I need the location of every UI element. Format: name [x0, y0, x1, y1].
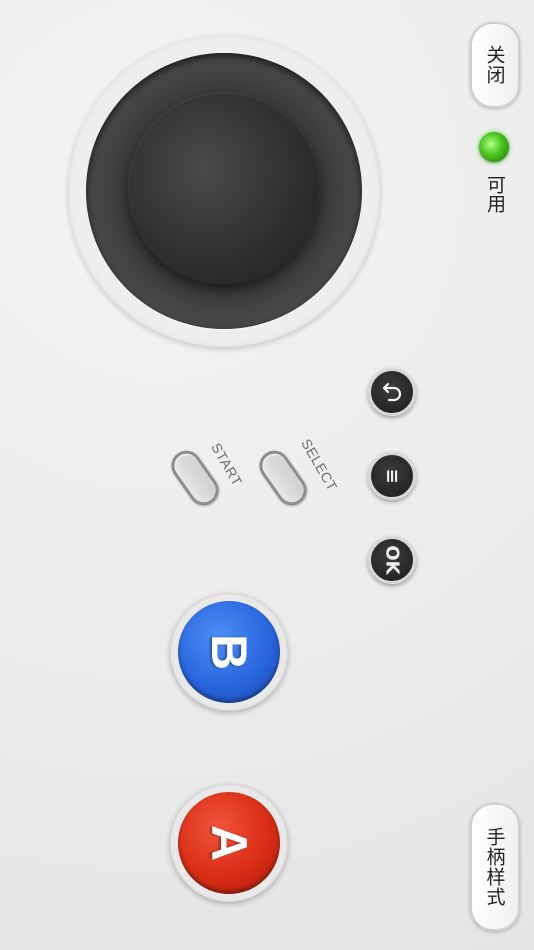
menu-icon: ≡: [382, 468, 403, 484]
controller-style-button[interactable]: 手柄样式: [470, 803, 520, 931]
close-button[interactable]: 关闭: [470, 22, 520, 108]
back-button[interactable]: [368, 368, 416, 416]
b-button[interactable]: B: [170, 593, 288, 711]
status-led-icon: [479, 132, 509, 162]
menu-button[interactable]: ≡: [368, 452, 416, 500]
a-button[interactable]: A: [170, 784, 288, 902]
status-label: 可用: [484, 175, 506, 213]
b-button-label: B: [200, 633, 257, 671]
a-button-label: A: [200, 824, 257, 862]
controller-style-label: 手柄样式: [483, 827, 506, 907]
a-button-face: A: [178, 792, 280, 894]
ok-button-label: OK: [382, 545, 403, 575]
b-button-face: B: [178, 601, 280, 703]
close-button-label: 关闭: [483, 45, 506, 85]
ok-button[interactable]: OK: [368, 536, 416, 584]
undo-arrow-icon: [382, 382, 402, 402]
joystick-knob[interactable]: [128, 92, 320, 284]
